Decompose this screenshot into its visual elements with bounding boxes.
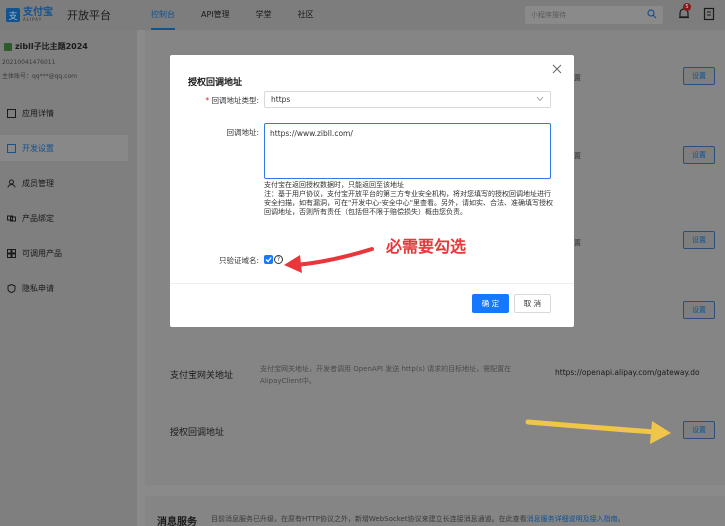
callback-type-label-text: 回调地址类型: bbox=[211, 96, 259, 105]
message-service-desc: 目前消息服务已升级，在原有HTTP协议之外，新增WebSocket协议来建立长连… bbox=[211, 515, 527, 523]
shield-icon bbox=[7, 283, 16, 293]
sidebar-item-label: 产品绑定 bbox=[22, 213, 54, 223]
app-owner: 主体账号：qq***@qq.com bbox=[2, 73, 77, 80]
sidebar-item-label: 开发设置 bbox=[22, 143, 54, 153]
annotation-must-check: 必需要勾选 bbox=[386, 237, 467, 256]
search-icon[interactable] bbox=[647, 9, 657, 19]
callback-setting-button[interactable]: 设置 bbox=[683, 421, 715, 439]
sidebar-item-label: 可调用产品 bbox=[22, 248, 62, 258]
link-icon bbox=[7, 215, 16, 221]
sidebar-item-app-details[interactable]: 应用详情 bbox=[0, 100, 128, 126]
nav-console[interactable]: 控制台 bbox=[151, 0, 175, 30]
callback-modal: 授权回调地址 * 回调地址类型: https 回调地址: https://www… bbox=[170, 55, 574, 327]
help-icon[interactable]: ? bbox=[274, 255, 283, 264]
app-avatar-icon bbox=[4, 42, 12, 51]
message-service-card: 消息服务 目前消息服务已升级，在原有HTTP协议之外，新增WebSocket协议… bbox=[145, 496, 725, 526]
chevron-down-icon bbox=[536, 96, 544, 102]
logo-en-text: ALIPAY bbox=[23, 17, 43, 22]
gateway-description: 支付宝网关地址，开发者调用 OpenAPI 发送 http(s) 请求的目标地址… bbox=[260, 365, 512, 385]
members-icon bbox=[7, 179, 16, 188]
sidebar-item-privacy[interactable]: 隐私申请 bbox=[0, 275, 128, 301]
close-icon[interactable] bbox=[552, 64, 562, 74]
sidebar-item-label: 成员管理 bbox=[22, 178, 54, 188]
platform-title: 开放平台 bbox=[67, 9, 111, 22]
settings-icon bbox=[7, 143, 16, 153]
callback-url-textarea[interactable]: https://www.zibll.com/ bbox=[264, 123, 551, 179]
setting-button-2[interactable]: 设置 bbox=[683, 146, 715, 164]
verify-domain-checkbox[interactable] bbox=[264, 255, 273, 264]
sidebar-item-label: 隐私申请 bbox=[22, 283, 54, 293]
search-input[interactable]: 小程序搜待 bbox=[525, 6, 663, 24]
sidebar-item-dev-settings[interactable]: 开发设置 bbox=[0, 135, 128, 161]
app-id: 20210041476011 bbox=[2, 59, 56, 66]
nav-api[interactable]: API管理 bbox=[201, 0, 230, 30]
nav-community[interactable]: 社区 bbox=[298, 0, 314, 30]
sidebar-item-members[interactable]: 成员管理 bbox=[0, 170, 128, 196]
document-icon[interactable] bbox=[703, 7, 715, 21]
callback-url-label: 回调地址: bbox=[226, 128, 259, 137]
callback-type-value: https bbox=[271, 95, 291, 104]
setting-button-3[interactable]: 设置 bbox=[683, 231, 715, 249]
alipay-logo-icon: 支 bbox=[6, 8, 20, 22]
confirm-button[interactable]: 确 定 bbox=[472, 294, 509, 313]
sidebar-item-label: 应用详情 bbox=[22, 108, 54, 118]
row-label-fragment: 置 bbox=[574, 74, 581, 82]
sidebar-item-callable-products[interactable]: 可调用产品 bbox=[0, 240, 128, 266]
callback-type-label: * 回调地址类型: bbox=[174, 95, 259, 106]
main-nav: 控制台 API管理 学堂 社区 bbox=[151, 0, 340, 30]
modal-divider bbox=[170, 283, 574, 284]
callback-hint: 支付宝在返回授权数据时，只能返回至该地址 注：基于用户协议，支付宝开放平台的第三… bbox=[264, 181, 553, 216]
grid-icon bbox=[7, 248, 16, 258]
gateway-value: https://openapi.alipay.com/gateway.do bbox=[555, 368, 700, 377]
setting-button-1[interactable]: 设置 bbox=[683, 67, 715, 85]
cancel-button[interactable]: 取 消 bbox=[514, 294, 551, 313]
message-service-link[interactable]: 消息服务详细说明及接入指南 bbox=[527, 515, 618, 523]
notification-badge: 5 bbox=[683, 3, 691, 11]
setting-button-4[interactable]: 设置 bbox=[683, 301, 715, 319]
sidebar-item-product-binding[interactable]: 产品绑定 bbox=[0, 205, 128, 231]
nav-academy[interactable]: 学堂 bbox=[256, 0, 272, 30]
details-icon bbox=[7, 108, 16, 118]
verify-domain-label: 只验证域名: bbox=[218, 256, 259, 265]
row-label-fragment: 置 bbox=[574, 239, 581, 247]
message-service-tail: 。 bbox=[617, 515, 625, 523]
app-name-text: zibll子比主题2024 bbox=[15, 42, 88, 51]
search-placeholder: 小程序搜待 bbox=[531, 11, 566, 19]
row-label-fragment: 置 bbox=[574, 152, 581, 160]
message-service-text: 目前消息服务已升级，在原有HTTP协议之外，新增WebSocket协议来建立长连… bbox=[211, 514, 625, 524]
callback-label: 授权回调地址 bbox=[170, 428, 225, 438]
sidebar: zibll子比主题2024 20210041476011 主体账号：qq***@… bbox=[0, 30, 137, 526]
app-name: zibll子比主题2024 bbox=[4, 41, 88, 52]
modal-title: 授权回调地址 bbox=[188, 78, 243, 88]
gateway-label: 支付宝网关地址 bbox=[170, 371, 234, 381]
alipay-logo[interactable]: 支 支付宝 ALIPAY bbox=[6, 8, 53, 22]
callback-type-select[interactable]: https bbox=[264, 91, 551, 108]
message-service-title: 消息服务 bbox=[157, 517, 197, 526]
